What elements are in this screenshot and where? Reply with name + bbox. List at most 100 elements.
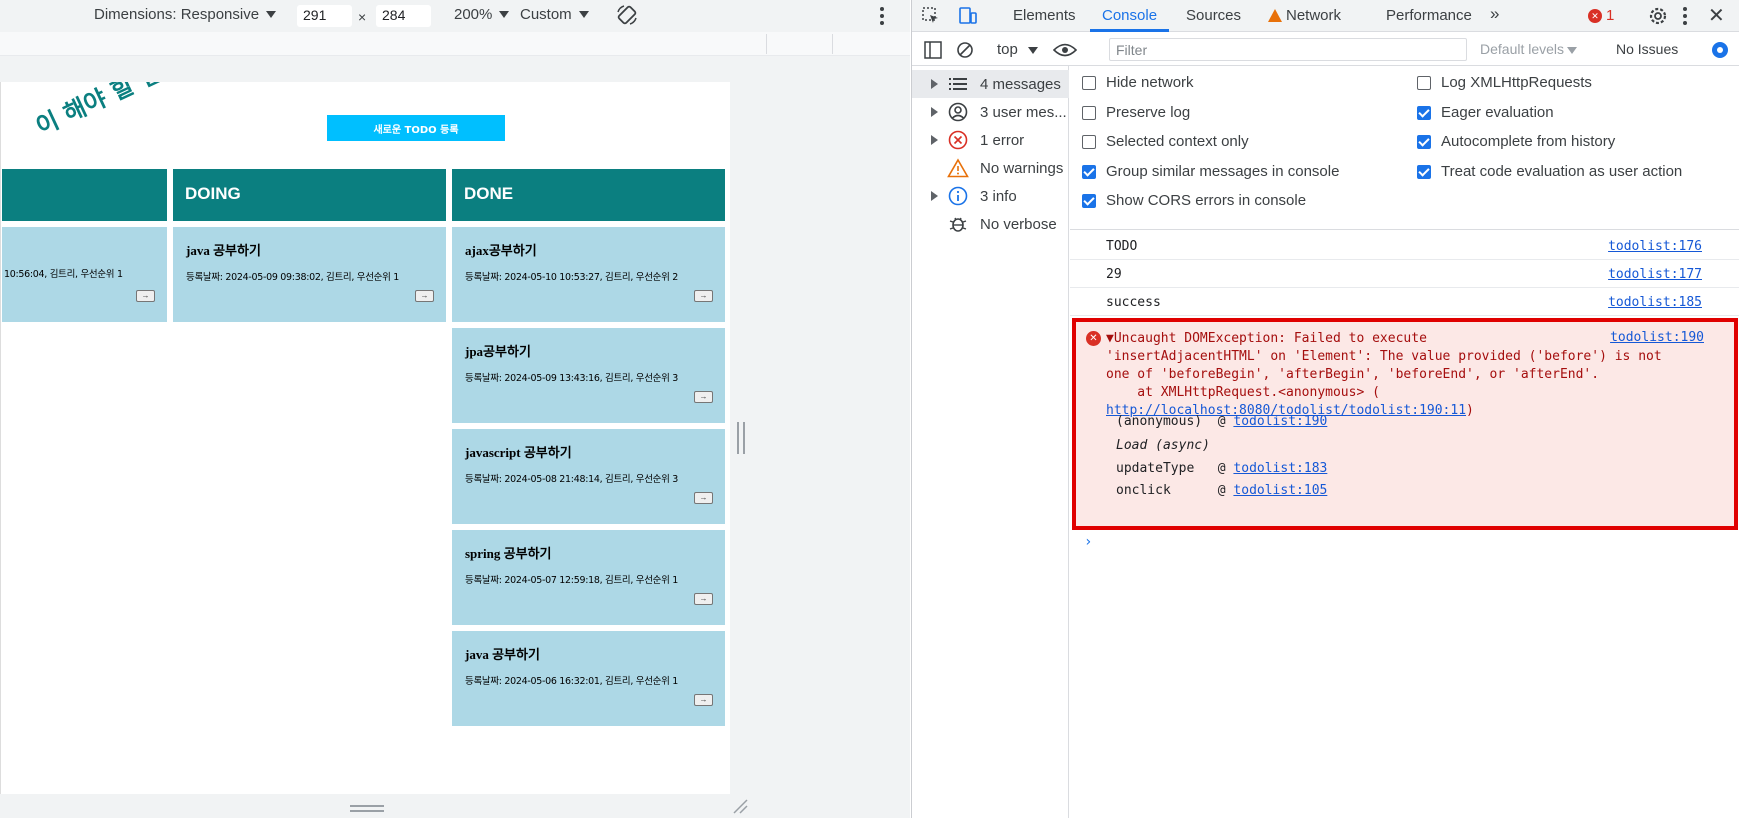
dimensions-dropdown[interactable]: Dimensions: Responsive	[94, 6, 277, 23]
more-tabs-icon[interactable]: »	[1490, 4, 1499, 24]
throttle-label: Custom	[520, 6, 572, 23]
source-link[interactable]: todolist:185	[1608, 295, 1702, 310]
error-source-link[interactable]: todolist:190	[1610, 330, 1704, 345]
tab-sources[interactable]: Sources	[1186, 7, 1241, 24]
move-button[interactable]: →	[694, 391, 713, 403]
settings-gear-icon[interactable]	[1648, 6, 1668, 26]
error-line: 'insertAdjacentHTML' on 'Element': The v…	[1106, 349, 1662, 364]
source-link[interactable]: todolist:177	[1608, 267, 1702, 282]
device-toggle-icon[interactable]	[958, 6, 978, 26]
live-expression-eye-icon[interactable]	[1053, 42, 1077, 58]
inspect-element-icon[interactable]	[922, 7, 940, 25]
checkbox[interactable]	[1417, 75, 1431, 90]
sidebar-item-label: 3 user mes...	[980, 103, 1067, 121]
context-selector[interactable]: top	[997, 41, 1038, 58]
checkbox[interactable]	[1082, 105, 1096, 120]
checkbox-checked[interactable]	[1417, 134, 1431, 149]
setting-label: Group similar messages in console	[1106, 163, 1340, 180]
setting-user-action[interactable]: Treat code evaluation as user action	[1417, 163, 1682, 180]
stack-link[interactable]: todolist:105	[1233, 483, 1327, 498]
sidebar-item-info[interactable]: 3 info	[912, 182, 1069, 210]
resize-handle-right[interactable]	[737, 422, 745, 454]
sidebar-item-verbose[interactable]: No verbose	[912, 210, 1069, 238]
sidebar-item-warnings[interactable]: No warnings	[912, 154, 1069, 182]
sidebar-toggle-icon[interactable]	[924, 41, 942, 59]
resize-handle-bottom[interactable]	[350, 805, 384, 812]
checkbox-checked[interactable]	[1417, 105, 1431, 120]
height-input[interactable]: 284	[376, 5, 431, 27]
bug-icon	[947, 213, 969, 235]
todo-card: 10:56:04, 김트리, 우선순위 1 →	[2, 227, 167, 322]
setting-label: Hide network	[1106, 74, 1194, 91]
console-settings-icon[interactable]	[1710, 40, 1730, 60]
source-link[interactable]: todolist:176	[1608, 239, 1702, 254]
throttle-dropdown[interactable]: Custom	[520, 6, 589, 23]
setting-log-xhr[interactable]: Log XMLHttpRequests	[1417, 74, 1592, 91]
more-options-icon[interactable]	[880, 7, 884, 25]
move-button[interactable]: →	[136, 290, 155, 302]
tab-console[interactable]: Console	[1102, 7, 1157, 24]
checkbox-checked[interactable]	[1417, 164, 1431, 179]
expand-arrow-icon[interactable]	[931, 79, 938, 89]
tab-network[interactable]: Network	[1286, 7, 1341, 24]
sidebar-item-user-messages[interactable]: 3 user mes...	[912, 98, 1069, 126]
new-todo-button[interactable]: 새로운 TODO 등록	[327, 115, 505, 141]
stack-link[interactable]: todolist:190	[1233, 414, 1327, 429]
card-title: java 공부하기	[465, 647, 540, 662]
expand-arrow-icon[interactable]	[931, 135, 938, 145]
log-levels-dropdown[interactable]: Default levels	[1480, 41, 1578, 57]
checkbox-checked[interactable]	[1082, 164, 1096, 179]
console-prompt[interactable]: ›	[1084, 534, 1092, 550]
filter-input[interactable]: Filter	[1109, 38, 1467, 61]
card-meta: 등록날짜: 2024-05-09 09:38:02, 김트리, 우선순위 1	[186, 272, 399, 283]
caret-down-icon	[1027, 47, 1038, 54]
setting-cors-errors[interactable]: Show CORS errors in console	[1082, 192, 1306, 209]
tab-elements[interactable]: Elements	[1013, 7, 1076, 24]
setting-group-similar[interactable]: Group similar messages in console	[1082, 163, 1339, 180]
setting-label: Treat code evaluation as user action	[1441, 163, 1683, 180]
tab-performance[interactable]: Performance	[1386, 7, 1472, 24]
todo-heading: 이 해야 할 일들	[31, 82, 187, 141]
move-button[interactable]: →	[694, 593, 713, 605]
move-button[interactable]: →	[694, 694, 713, 706]
resize-corner-icon[interactable]	[732, 798, 748, 814]
checkbox[interactable]	[1082, 75, 1096, 90]
error-icon[interactable]: ✕	[1588, 9, 1602, 23]
sidebar-item-errors[interactable]: 1 error	[912, 126, 1069, 154]
move-button[interactable]: →	[694, 290, 713, 302]
stack-at: @	[1217, 414, 1226, 429]
rotate-icon[interactable]	[616, 4, 638, 26]
checkbox-checked[interactable]	[1082, 193, 1096, 208]
expand-arrow-icon[interactable]	[931, 191, 938, 201]
card-title: ajax공부하기	[465, 243, 537, 258]
setting-autocomplete[interactable]: Autocomplete from history	[1417, 133, 1615, 150]
error-count[interactable]: 1	[1606, 7, 1614, 24]
move-button[interactable]: →	[415, 290, 434, 302]
width-input[interactable]: 291	[297, 5, 352, 27]
sidebar-item-label: No verbose	[980, 215, 1057, 233]
column-header: DOING	[173, 169, 446, 221]
error-text[interactable]: ▼Uncaught DOMException: Failed to execut…	[1106, 330, 1666, 420]
stack-frame: (anonymous) @ todolist:190	[1116, 414, 1327, 429]
ruler-segment[interactable]	[832, 34, 833, 54]
checkbox[interactable]	[1082, 134, 1096, 149]
sidebar-item-messages[interactable]: 4 messages	[912, 70, 1069, 98]
column-header: DONE	[452, 169, 725, 221]
setting-eager-eval[interactable]: Eager evaluation	[1417, 104, 1554, 121]
zoom-label: 200%	[454, 6, 493, 23]
setting-preserve-log[interactable]: Preserve log	[1082, 104, 1190, 121]
setting-selected-context[interactable]: Selected context only	[1082, 133, 1249, 150]
move-button[interactable]: →	[694, 492, 713, 504]
clear-console-icon[interactable]	[956, 41, 974, 59]
warning-icon	[947, 157, 969, 179]
setting-hide-network[interactable]: Hide network	[1082, 74, 1194, 91]
stack-fn: onclick	[1116, 483, 1171, 498]
caret-down-icon	[1567, 47, 1578, 54]
zoom-dropdown[interactable]: 200%	[454, 6, 510, 23]
more-options-icon[interactable]	[1683, 7, 1687, 25]
ruler-segment[interactable]	[766, 34, 767, 54]
issues-label[interactable]: No Issues	[1616, 41, 1678, 57]
stack-link[interactable]: todolist:183	[1233, 461, 1327, 476]
expand-arrow-icon[interactable]	[931, 107, 938, 117]
close-icon[interactable]: ✕	[1708, 3, 1725, 28]
